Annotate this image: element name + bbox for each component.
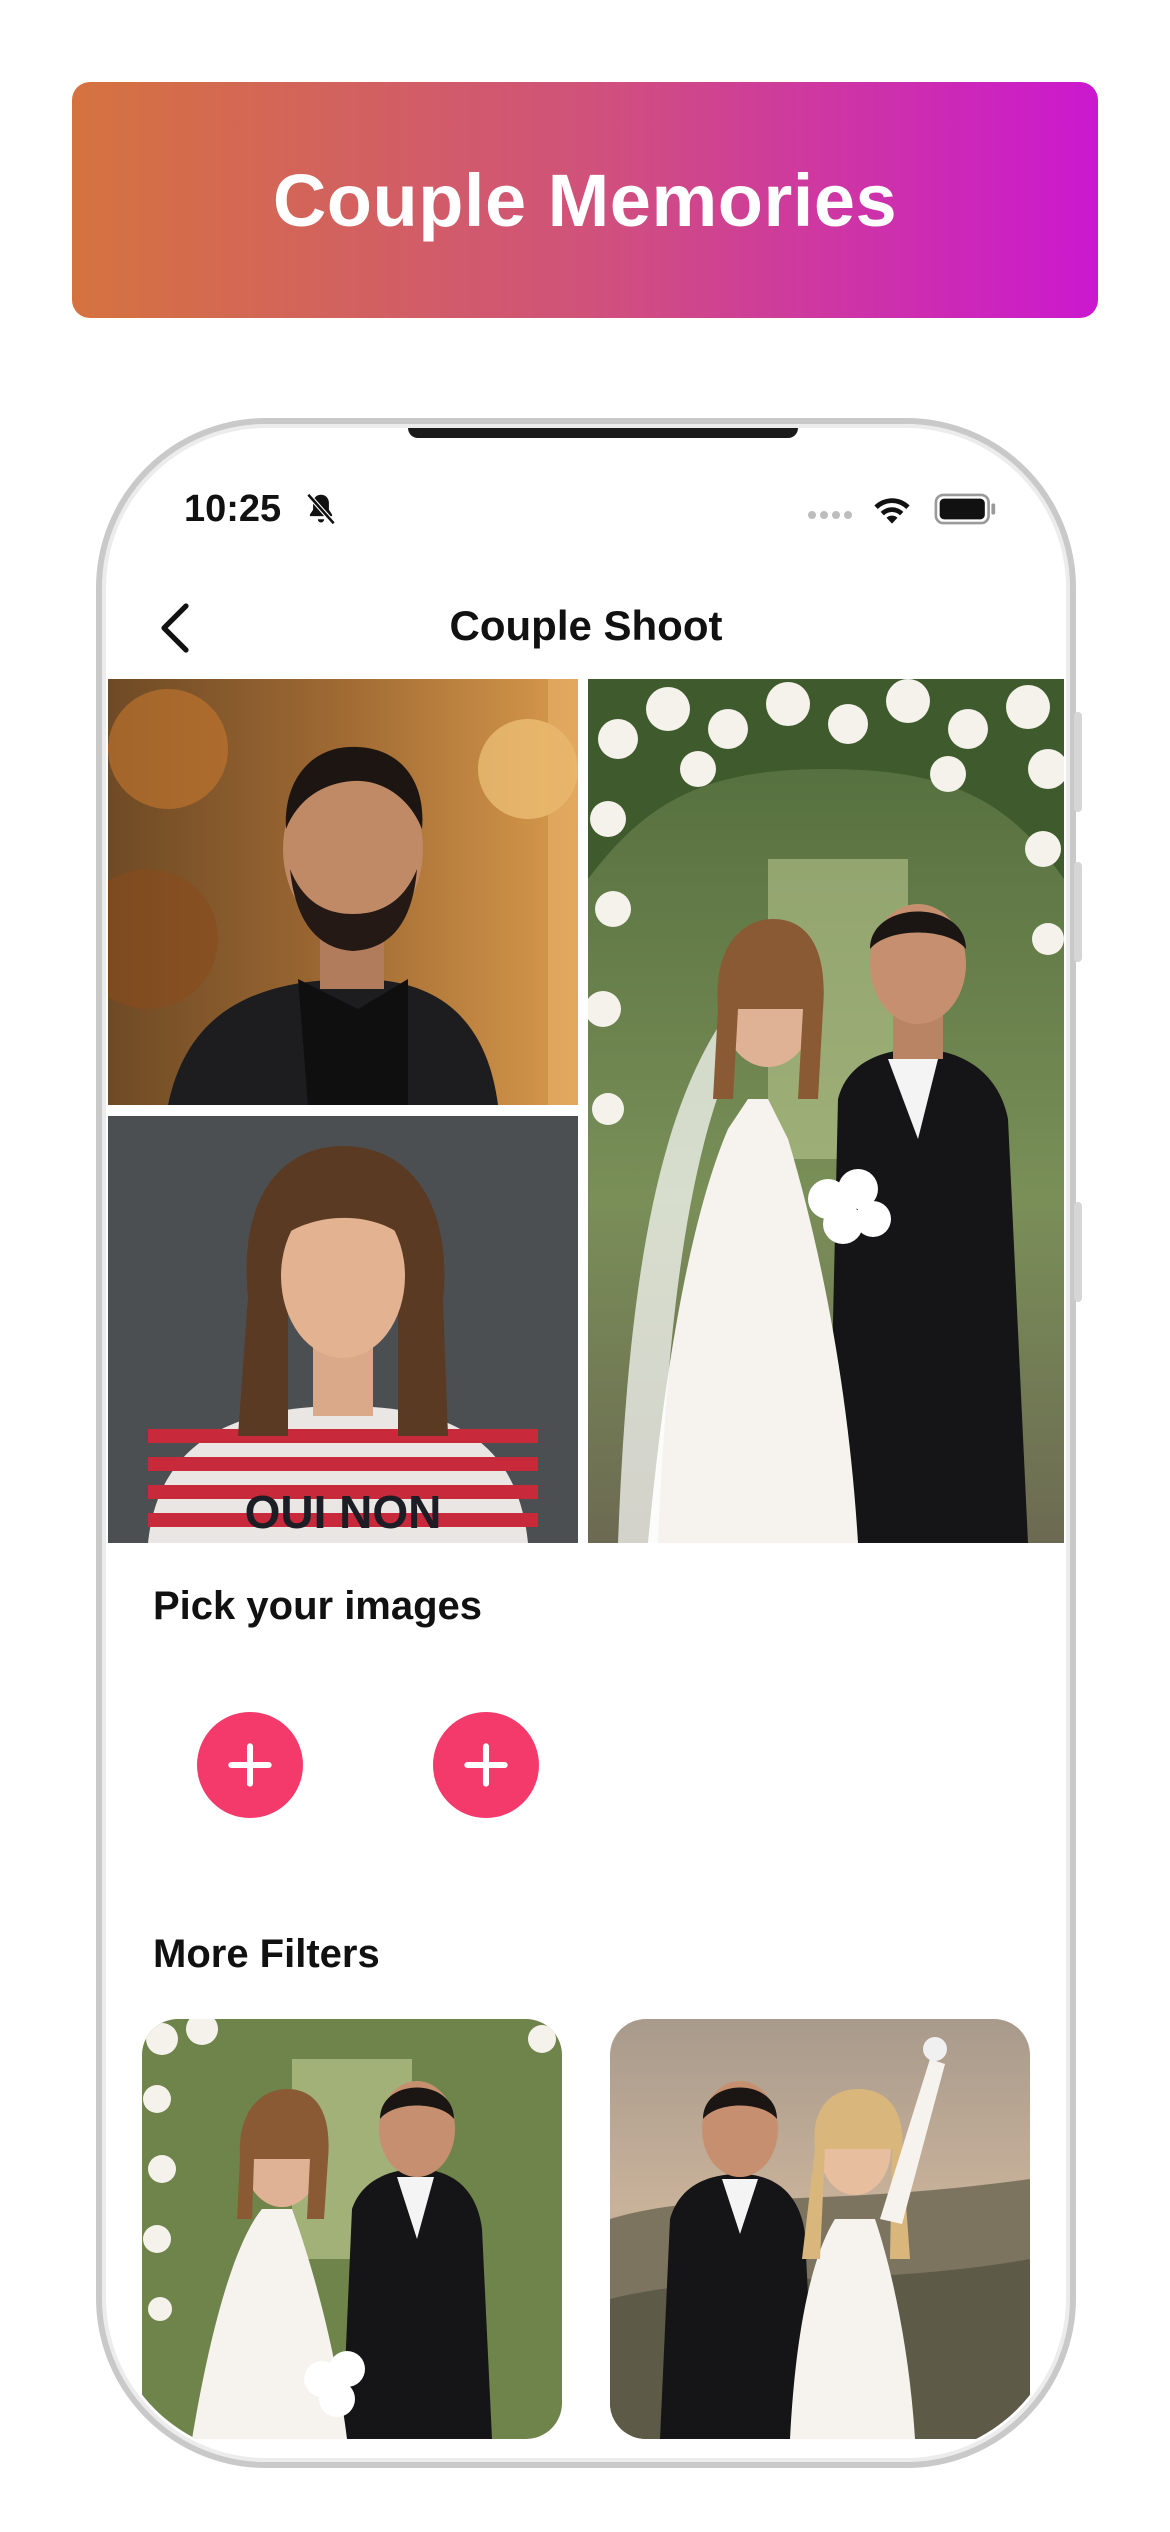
header-banner: Couple Memories [72,82,1098,318]
battery-icon [934,493,996,525]
bell-slash-icon [306,493,336,525]
signal-icon [808,506,856,524]
plus-icon [228,1743,272,1787]
app-screen: 10:25 Couple Shoot OUI NON Pick your ima… [108,428,1064,2456]
pick-images-title: Pick your images [153,1584,483,1628]
page-title: Couple Shoot [449,602,723,649]
phone-side-button [1074,862,1082,962]
photo-collage: OUI NON [108,679,1064,1543]
photo-man-portrait[interactable] [108,679,578,1105]
navigation-bar: Couple Shoot [108,570,1064,686]
sweater-text: OUI NON [245,1486,442,1538]
more-filters-title: More Filters [153,1932,380,1976]
banner-title: Couple Memories [272,158,898,242]
wifi-icon [874,498,910,524]
add-image-button-2[interactable] [433,1712,539,1818]
photo-woman-portrait[interactable]: OUI NON [108,1116,578,1543]
filter-thumbnail-hillside[interactable] [610,2019,1030,2439]
plus-icon [464,1743,508,1787]
add-image-button-1[interactable] [197,1712,303,1818]
phone-side-button [1074,1202,1082,1302]
filter-thumbnail-garden-arch[interactable] [142,2019,562,2439]
photo-wedding-couple[interactable] [588,679,1064,1543]
status-bar: 10:25 [108,468,1064,538]
phone-side-button [1074,712,1082,812]
status-time: 10:25 [184,488,282,530]
dynamic-island [408,428,798,438]
